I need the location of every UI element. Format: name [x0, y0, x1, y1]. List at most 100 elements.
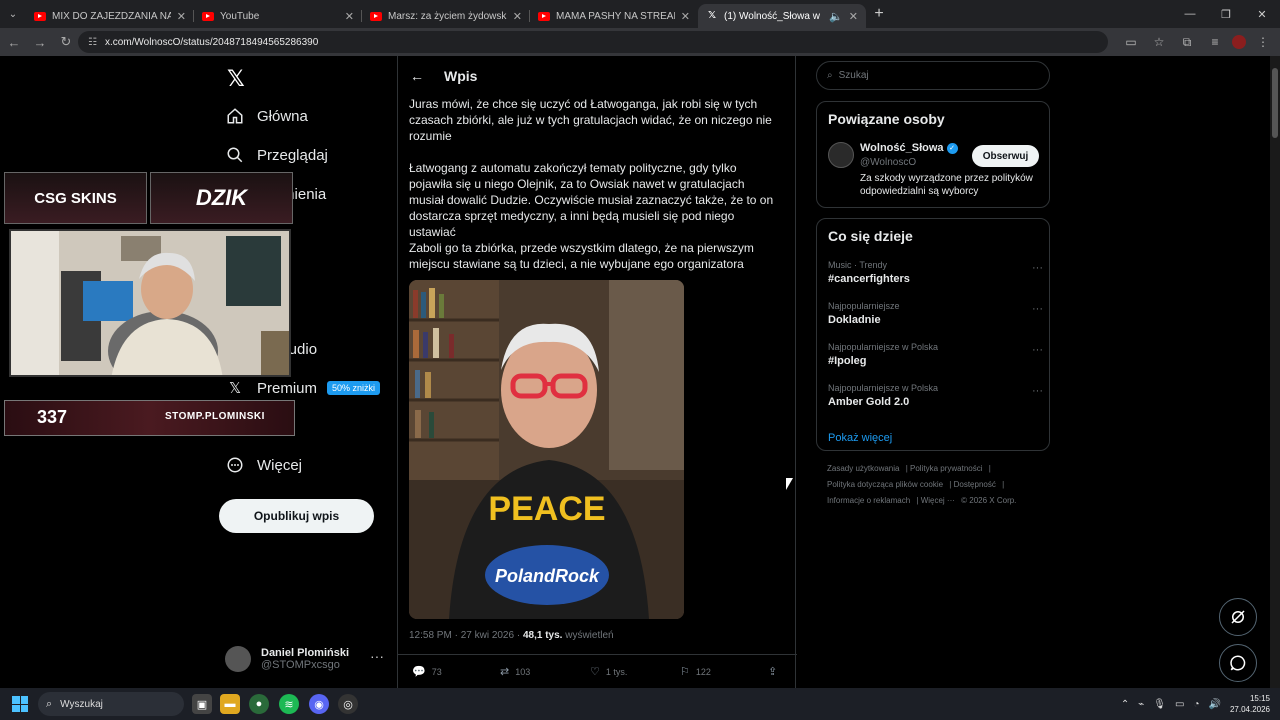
publish-post-button[interactable]: Opublikuj wpis: [219, 499, 374, 533]
bookmark-button[interactable]: ⚐ 122: [680, 665, 711, 678]
footer-link[interactable]: Dostępność: [954, 480, 996, 489]
more-options-icon[interactable]: ···: [370, 648, 384, 664]
trends-panel: Co się dzieje Music · Trendy #cancerfigh…: [816, 218, 1050, 451]
grok-button[interactable]: [1219, 598, 1257, 636]
account-switcher[interactable]: Daniel Plomiński @STOMPxcsgo: [225, 646, 349, 672]
webcam-feed: [9, 229, 291, 377]
youtube-icon: [370, 11, 382, 21]
clock[interactable]: 15:15 27.04.2026: [1230, 693, 1270, 715]
footer-link[interactable]: Polityka dotycząca plików cookie: [827, 480, 943, 489]
tab-label: MAMA PASHY NA STREAMIE!: [556, 10, 675, 22]
more-options-icon[interactable]: ···: [1032, 385, 1043, 397]
restore-icon[interactable]: ❐: [1208, 0, 1244, 28]
nav-label: Główna: [257, 107, 308, 125]
browser-tab-3[interactable]: Marsz: za życiem żydowskim i p ✕: [362, 4, 530, 28]
follow-button[interactable]: Obserwuj: [972, 145, 1039, 167]
post-time[interactable]: 12:58 PM · 27 kwi 2026 ·: [409, 630, 523, 641]
close-window-icon[interactable]: ✕: [1244, 0, 1280, 28]
footer-link[interactable]: Zasady użytkowania: [827, 464, 899, 473]
windows-start-icon[interactable]: [12, 696, 28, 712]
close-icon[interactable]: ✕: [345, 10, 354, 23]
avatar[interactable]: [828, 142, 854, 168]
microphone-icon[interactable]: 🎙: [1153, 699, 1166, 710]
network-icon[interactable]: ⌁: [1138, 699, 1144, 710]
back-arrow-icon[interactable]: ←: [2, 30, 26, 54]
browser-tab-1[interactable]: MIX DO ZAJEŻDŻANIA NA KUR ✕: [26, 4, 194, 28]
post-video[interactable]: PEACE PolandRock: [409, 280, 684, 619]
reply-count: 73: [431, 666, 442, 677]
x-logo-icon[interactable]: 𝕏: [227, 66, 245, 92]
post-actions: 💬 73 ⇄ 103 ♡ 1 tys. ⚐ 122 ⇪: [398, 654, 797, 688]
footer-link[interactable]: Polityka prywatności: [910, 464, 982, 473]
webcam-image: [11, 231, 289, 375]
close-icon[interactable]: ✕: [849, 10, 858, 23]
show-more-link[interactable]: Pokaż więcej: [828, 432, 892, 444]
minimize-icon[interactable]: —: [1172, 0, 1208, 28]
more-options-icon[interactable]: ···: [1032, 303, 1043, 315]
site-info-icon[interactable]: ☷: [88, 37, 97, 48]
more-options-icon[interactable]: ···: [1032, 262, 1043, 274]
display-icon[interactable]: ▭: [1175, 699, 1184, 710]
spotify-icon[interactable]: ≋: [279, 694, 299, 714]
footer-link[interactable]: Informacje o reklamach: [827, 496, 910, 505]
browser-tab-4[interactable]: MAMA PASHY NA STREAMIE! ✕: [530, 4, 698, 28]
browser-menu-icon[interactable]: ⋮: [1252, 32, 1274, 52]
repost-button[interactable]: ⇄ 103: [500, 665, 530, 678]
sponsor-banner-1: CSG SKINS: [4, 172, 147, 224]
search-input[interactable]: ⌕ Szukaj: [816, 61, 1050, 90]
nav-item-home[interactable]: Główna: [225, 106, 308, 126]
discord-icon[interactable]: ◉: [309, 694, 329, 714]
chrome-icon[interactable]: ●: [249, 694, 269, 714]
post-header: ← Wpis: [410, 68, 477, 84]
address-bar[interactable]: ☷ x.com/WolnoscO/status/2048718494565286…: [78, 31, 1108, 53]
browser-tab-5-active[interactable]: 𝕏 (1) Wolność_Słowa w serw 🔈 ✕: [698, 4, 866, 28]
post-paragraph-2: Łatwogang z automatu zakończył tematy po…: [409, 161, 774, 239]
forward-arrow-icon[interactable]: →: [28, 30, 52, 54]
chevron-up-icon[interactable]: ⌃: [1121, 699, 1129, 710]
trend-item[interactable]: Najpopularniejsze w Polska Amber Gold 2.…: [828, 383, 1043, 408]
browser-tab-2[interactable]: YouTube ✕: [194, 4, 362, 28]
trend-item[interactable]: Music · Trendy #cancerfighters ···: [828, 260, 1043, 285]
nav-item-explore[interactable]: Przeglądaj: [225, 145, 328, 165]
related-people-panel: Powiązane osoby Wolność_Słowa ✓ @WolnoscO…: [816, 101, 1050, 208]
clock-date: 27.04.2026: [1229, 705, 1270, 714]
wifi-icon[interactable]: ◔: [1193, 699, 1199, 710]
related-user-name[interactable]: Wolność_Słowa ✓: [860, 142, 958, 154]
like-button[interactable]: ♡ 1 tys.: [590, 665, 627, 678]
trend-name: #cancerfighters: [828, 273, 910, 285]
cast-icon[interactable]: ▭: [1120, 32, 1142, 52]
close-icon[interactable]: ✕: [681, 10, 690, 23]
more-options-icon[interactable]: ···: [1032, 344, 1043, 356]
discount-badge: 50% zniżki: [327, 381, 381, 395]
trend-item[interactable]: Najpopularniejsze Dokladnie ···: [828, 301, 1043, 326]
instagram-handle: STOMP.PLOMINSKI: [165, 411, 265, 422]
footer-links: Zasady użytkowania | Polityka prywatnośc…: [827, 464, 1017, 505]
reply-button[interactable]: 💬 73: [412, 665, 442, 678]
reload-icon[interactable]: ↻: [54, 30, 78, 54]
taskbar-search[interactable]: ⌕ Wyszukaj: [38, 692, 184, 716]
extensions-icon[interactable]: ⧉: [1176, 32, 1198, 52]
messages-button[interactable]: [1219, 644, 1257, 682]
trend-item[interactable]: Najpopularniejsze w Polska #Ipoleg ···: [828, 342, 1043, 367]
tab-search-button[interactable]: ⌄: [0, 0, 26, 28]
back-arrow-icon[interactable]: ←: [410, 68, 424, 84]
repost-icon: ⇄: [500, 666, 510, 678]
profile-avatar[interactable]: [1232, 35, 1246, 49]
close-icon[interactable]: ✕: [177, 10, 186, 23]
mouse-cursor: [786, 478, 793, 490]
footer-link[interactable]: Więcej ···: [921, 496, 955, 505]
bookmark-star-icon[interactable]: ☆: [1148, 32, 1170, 52]
task-view-icon[interactable]: ▣: [192, 694, 212, 714]
media-control-icon[interactable]: ≡: [1204, 32, 1226, 52]
volume-icon[interactable]: 🔊: [1209, 699, 1221, 710]
tab-label: MIX DO ZAJEŻDŻANIA NA KUR: [52, 10, 171, 22]
page-scrollbar[interactable]: [1270, 56, 1280, 688]
scrollbar-thumb[interactable]: [1272, 68, 1278, 138]
file-explorer-icon[interactable]: ▬: [220, 694, 240, 714]
close-icon[interactable]: ✕: [513, 10, 522, 23]
obs-icon[interactable]: ◎: [338, 694, 358, 714]
share-button[interactable]: ⇪: [768, 665, 783, 678]
new-tab-button[interactable]: +: [866, 5, 892, 23]
trend-name: #Ipoleg: [828, 355, 867, 367]
mute-icon[interactable]: 🔈: [829, 10, 843, 23]
